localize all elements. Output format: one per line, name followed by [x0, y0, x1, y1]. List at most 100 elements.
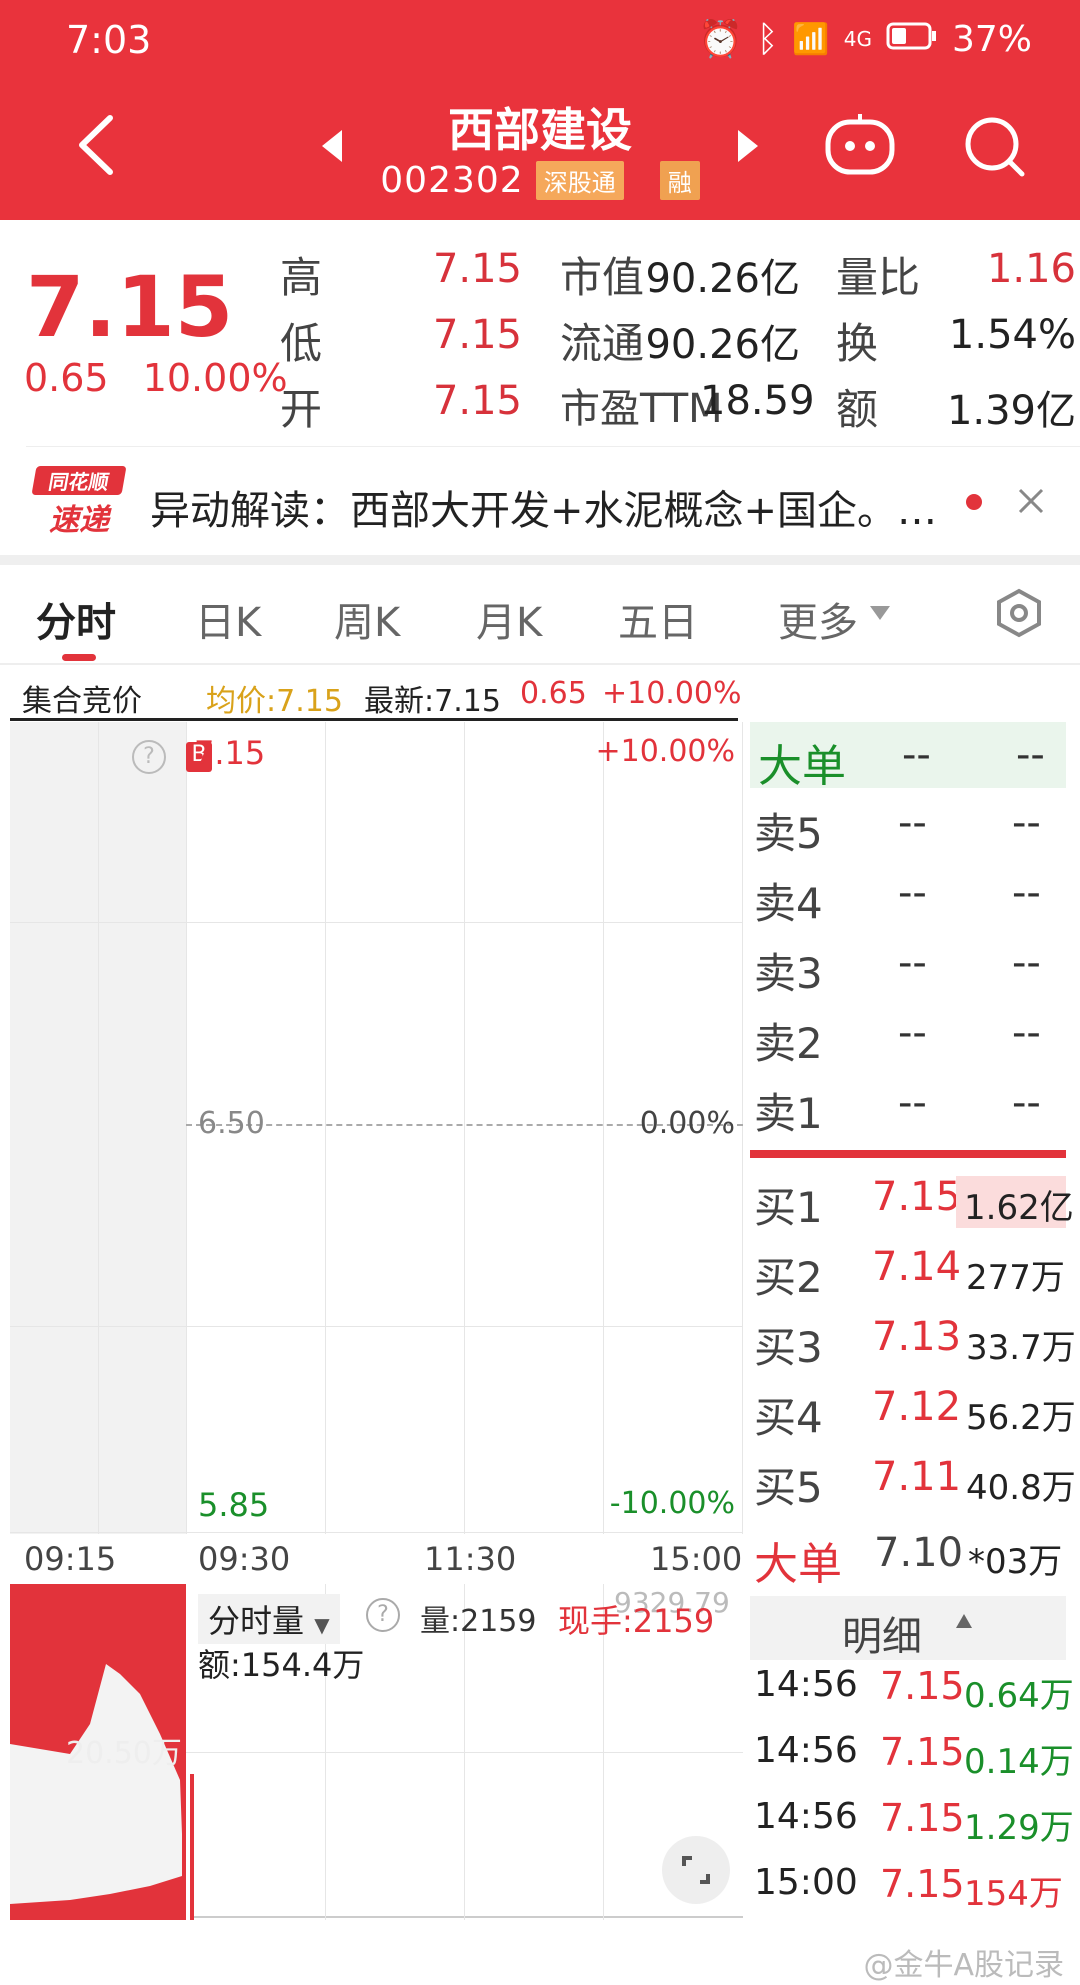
bid-ask-divider [750, 1150, 1066, 1158]
mcap-label: 市值 [560, 253, 645, 302]
tab-intraday[interactable]: 分时 [36, 590, 116, 648]
grid-v6 [742, 722, 743, 1534]
amount-label: 额 [836, 385, 879, 434]
sell3-vol: -- [1012, 940, 1041, 986]
change-percent: 10.00% [142, 356, 288, 400]
sell5-label: 卖5 [754, 809, 823, 858]
sell2-vol: -- [1012, 1010, 1041, 1056]
detail-price-4: 7.15 [880, 1862, 965, 1906]
volume-ratio-label: 量比 [836, 253, 921, 302]
auction-label[interactable]: 集合竞价 [22, 676, 142, 720]
close-icon[interactable] [1016, 486, 1046, 520]
low-label: 低 [280, 319, 323, 368]
amount-value: 1.39亿 [946, 388, 1076, 434]
logo-top: 同花顺 [31, 466, 127, 495]
big-order-price-top: -- [902, 732, 931, 778]
price-axis-top: 7.15 [194, 734, 266, 772]
sell1-price: -- [898, 1080, 927, 1126]
tab-monthly-k[interactable]: 月K [476, 590, 542, 648]
tab-weekly-k[interactable]: 周K [334, 590, 400, 648]
volume-baseline [194, 1916, 743, 1918]
battery-level: 37% [951, 18, 1032, 60]
sell4-vol: -- [1012, 870, 1041, 916]
buy4-label: 买4 [754, 1393, 823, 1442]
big-order-row-top[interactable]: 大单 -- -- [750, 722, 1066, 792]
network-label: 4G [843, 27, 872, 51]
detail-vol-1: 0.64万 [964, 1676, 1074, 1716]
low-value: 7.15 [432, 312, 522, 358]
grid-v2 [186, 722, 187, 1534]
big-order-label-bottom[interactable]: 大单 [754, 1528, 842, 1592]
detail-price-2: 7.15 [880, 1730, 965, 1774]
sell3-label: 卖3 [754, 949, 823, 998]
sell4-price: -- [898, 870, 927, 916]
tab-daily-k[interactable]: 日K [195, 590, 261, 648]
tab-more[interactable]: 更多 [778, 590, 858, 648]
time-0930: 09:30 [198, 1540, 291, 1578]
float-label: 流通 [560, 319, 645, 368]
pct-axis-mid: 0.00% [639, 1106, 735, 1141]
sell1-vol: -- [1012, 1080, 1041, 1126]
high-value: 7.15 [432, 246, 522, 292]
volume-help-icon[interactable]: ? [366, 1598, 400, 1632]
change-value: 0.65 [24, 356, 109, 400]
buy2-vol: 277万 [966, 1258, 1065, 1298]
detail-vol-2: 0.14万 [964, 1742, 1074, 1782]
detail-sort-icon [954, 1612, 974, 1634]
status-icons: ⏰ ᛒ 📶 4G 37% [697, 18, 1032, 61]
buy3-vol: 33.7万 [966, 1328, 1076, 1368]
buy2-label: 买2 [754, 1253, 823, 1302]
fullscreen-icon[interactable] [662, 1836, 730, 1904]
sell2-price: -- [898, 1010, 927, 1056]
unread-dot [966, 494, 982, 510]
volume-ratio-value: 1.16 [986, 246, 1076, 292]
pe-label: 市盈TTM [560, 386, 723, 432]
turnover-value: 1.54% [948, 312, 1076, 358]
section-gap [0, 555, 1080, 565]
pe-value: 18.59 [700, 378, 815, 424]
stock-name: 西部建设 [448, 103, 632, 157]
price-axis-mid: 6.50 [198, 1106, 265, 1141]
sell5-vol: -- [1012, 800, 1041, 846]
buy5-label: 买5 [754, 1463, 823, 1512]
settings-hexagon-icon[interactable] [994, 588, 1044, 642]
buy1-vol: 1.62亿 [964, 1188, 1074, 1228]
buy2-price: 7.14 [872, 1244, 962, 1290]
sell5-price: -- [898, 800, 927, 846]
help-icon[interactable]: ? [132, 740, 166, 774]
search-icon[interactable] [962, 114, 1028, 184]
big-order-label-top: 大单 [758, 741, 846, 792]
volume-amount: 额:154.4万 [198, 1646, 365, 1684]
orderbook-panel: 大单 -- -- 卖5 -- -- 卖4 -- -- 卖3 -- -- 卖2 -… [746, 718, 1080, 1918]
pct-axis-bottom: -10.00% [609, 1486, 735, 1521]
detail-vol-4: 154万 [964, 1874, 1063, 1914]
grid-v3 [325, 722, 326, 1534]
detail-time-3: 14:56 [754, 1796, 858, 1837]
big-order-price-bottom: 7.10 [874, 1530, 964, 1576]
stock-code-row: 002302 深股通 融 [0, 160, 1080, 201]
status-time: 7:03 [66, 18, 152, 62]
news-logo: 同花顺 速递 [31, 466, 127, 542]
sell3-price: -- [898, 940, 927, 986]
price-chart[interactable]: ? B 7.15 +10.00% 6.50 0.00% 5.85 -10.00% [10, 722, 743, 1534]
grid-v1 [98, 722, 99, 1534]
buy4-price: 7.12 [872, 1384, 962, 1430]
tabs-divider [0, 663, 1080, 665]
sell2-label: 卖2 [754, 1019, 823, 1068]
float-value: 90.26亿 [645, 322, 800, 368]
bluetooth-icon: ᛒ [756, 18, 779, 60]
detail-vol-3: 1.29万 [964, 1808, 1074, 1848]
tab-five-day[interactable]: 五日 [618, 590, 698, 648]
news-headline[interactable]: 异动解读：西部大开发+水泥概念+国企。… [150, 478, 937, 536]
volume-chart[interactable]: 分时量 ▼ ? 量:2159 9329.79 现手:2159 额:154.4万 … [10, 1584, 743, 1920]
price-axis-bottom: 5.85 [198, 1486, 270, 1524]
volume-selector[interactable]: 分时量 ▼ [198, 1594, 340, 1644]
alarm-icon: ⏰ [697, 19, 743, 60]
detail-header[interactable]: 明细 [750, 1596, 1066, 1660]
active-tab-indicator [62, 654, 96, 661]
auction-volume-label: 20.50万 [66, 1736, 182, 1771]
logo-bottom: 速递 [49, 503, 109, 538]
open-label: 开 [280, 385, 323, 434]
robot-assistant-icon[interactable] [822, 112, 898, 182]
more-dropdown-icon[interactable] [868, 604, 892, 628]
